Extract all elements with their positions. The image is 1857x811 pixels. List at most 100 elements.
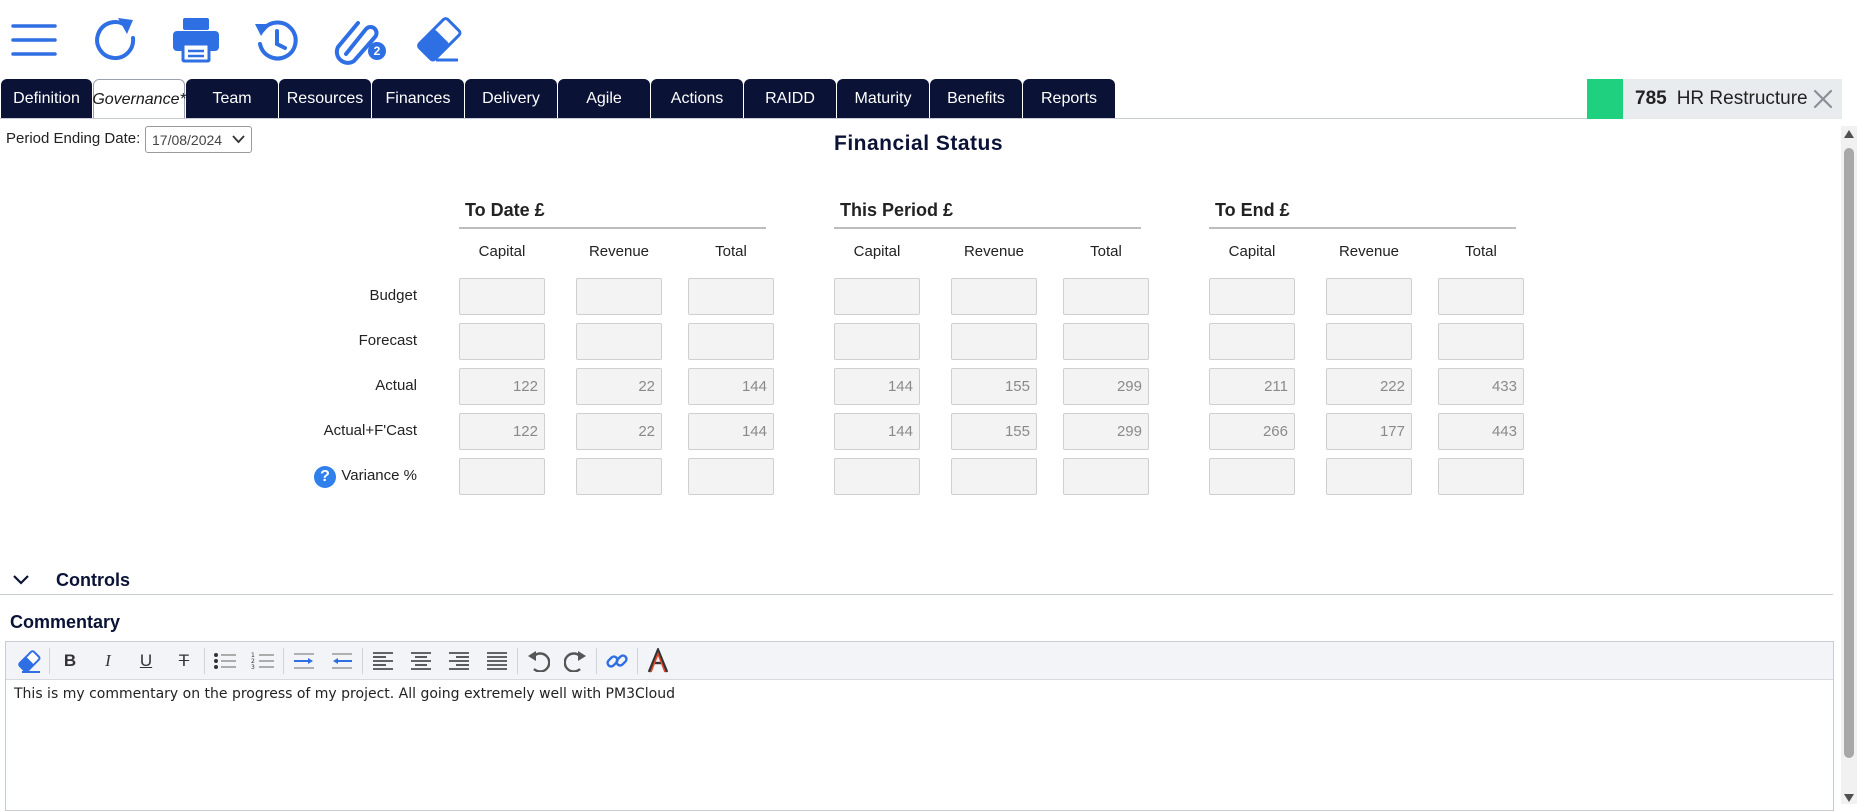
value-field[interactable] xyxy=(1326,458,1412,495)
value-field[interactable] xyxy=(951,278,1037,315)
value-field[interactable] xyxy=(459,278,545,315)
value-field[interactable]: 443 xyxy=(1438,413,1524,450)
value-field[interactable] xyxy=(459,323,545,360)
value-field[interactable] xyxy=(1209,278,1295,315)
tab-bar: Definition Governance* Team Resources Fi… xyxy=(1,79,1116,119)
numbered-list-icon[interactable]: 123 xyxy=(244,643,282,679)
tab-maturity[interactable]: Maturity xyxy=(837,79,929,119)
help-icon[interactable]: ? xyxy=(314,466,336,488)
bold-icon[interactable]: B xyxy=(51,643,89,679)
scroll-down-arrow[interactable] xyxy=(1844,794,1854,802)
value-field[interactable] xyxy=(1063,458,1149,495)
indent-icon[interactable] xyxy=(285,643,323,679)
bullet-list-icon[interactable] xyxy=(206,643,244,679)
group-title: This Period £ xyxy=(840,200,954,220)
value-field[interactable]: 177 xyxy=(1326,413,1412,450)
value-field[interactable] xyxy=(834,323,920,360)
value-field[interactable]: 266 xyxy=(1209,413,1295,450)
value-field[interactable] xyxy=(834,458,920,495)
value-field[interactable]: 144 xyxy=(688,413,774,450)
tab-team[interactable]: Team xyxy=(186,79,278,119)
eraser-icon[interactable] xyxy=(414,14,466,66)
outdent-icon[interactable] xyxy=(323,643,361,679)
history-icon[interactable] xyxy=(251,14,303,66)
value-field[interactable] xyxy=(951,458,1037,495)
scroll-thumb[interactable] xyxy=(1844,148,1854,758)
value-field[interactable] xyxy=(1209,458,1295,495)
menu-icon[interactable] xyxy=(8,14,60,66)
value-field[interactable] xyxy=(688,323,774,360)
column-header: Capital xyxy=(478,243,526,260)
value-field[interactable] xyxy=(688,458,774,495)
tab-agile[interactable]: Agile xyxy=(558,79,650,119)
value-field[interactable]: 222 xyxy=(1326,368,1412,405)
value-field[interactable]: 433 xyxy=(1438,368,1524,405)
value-field[interactable]: 155 xyxy=(951,413,1037,450)
value-field[interactable]: 122 xyxy=(459,368,545,405)
editor-toolbar: B I U T 123 xyxy=(6,642,1833,680)
refresh-icon[interactable] xyxy=(89,14,141,66)
value-field[interactable] xyxy=(576,323,662,360)
value-field[interactable] xyxy=(576,278,662,315)
value-field[interactable]: 144 xyxy=(834,413,920,450)
value-field[interactable]: 211 xyxy=(1209,368,1295,405)
value-field[interactable] xyxy=(1326,323,1412,360)
italic-icon[interactable]: I xyxy=(89,643,127,679)
underline-icon[interactable]: U xyxy=(127,643,165,679)
group-underline xyxy=(459,227,766,229)
tab-governance[interactable]: Governance* xyxy=(92,79,186,119)
controls-label: Controls xyxy=(56,569,130,590)
value-field[interactable] xyxy=(576,458,662,495)
tab-benefits[interactable]: Benefits xyxy=(930,79,1022,119)
link-icon[interactable] xyxy=(598,643,636,679)
print-icon[interactable] xyxy=(170,14,222,66)
value-field[interactable] xyxy=(1063,323,1149,360)
font-color-icon[interactable] xyxy=(639,643,677,679)
commentary-text[interactable]: This is my commentary on the progress of… xyxy=(6,680,1833,708)
value-field[interactable] xyxy=(459,458,545,495)
justify-icon[interactable] xyxy=(478,643,516,679)
value-field[interactable]: 299 xyxy=(1063,413,1149,450)
align-center-icon[interactable] xyxy=(402,643,440,679)
value-field[interactable]: 155 xyxy=(951,368,1037,405)
value-field[interactable]: 122 xyxy=(459,413,545,450)
value-field[interactable] xyxy=(1438,278,1524,315)
value-field[interactable] xyxy=(1438,458,1524,495)
tab-raidd[interactable]: RAIDD xyxy=(744,79,836,119)
attachment-count-badge: 2 xyxy=(368,42,386,60)
tab-delivery[interactable]: Delivery xyxy=(465,79,557,119)
value-field[interactable] xyxy=(834,278,920,315)
close-icon[interactable] xyxy=(1812,88,1834,110)
controls-divider xyxy=(0,594,1833,595)
value-field[interactable] xyxy=(1438,323,1524,360)
value-field[interactable] xyxy=(1063,278,1149,315)
value-field[interactable] xyxy=(1209,323,1295,360)
scroll-up-arrow[interactable] xyxy=(1844,130,1854,138)
value-field[interactable]: 144 xyxy=(834,368,920,405)
controls-section-toggle[interactable]: Controls xyxy=(12,566,1832,594)
value-field[interactable] xyxy=(1326,278,1412,315)
align-right-icon[interactable] xyxy=(440,643,478,679)
value-field[interactable]: 22 xyxy=(576,368,662,405)
column-header: Capital xyxy=(853,243,901,260)
undo-icon[interactable] xyxy=(519,643,557,679)
value-field[interactable] xyxy=(688,278,774,315)
value-field[interactable]: 144 xyxy=(688,368,774,405)
align-left-icon[interactable] xyxy=(364,643,402,679)
attachment-icon[interactable]: 2 xyxy=(332,14,386,66)
tab-definition[interactable]: Definition xyxy=(1,79,92,119)
value-field[interactable]: 22 xyxy=(576,413,662,450)
group-title: To End £ xyxy=(1215,200,1290,220)
clear-format-icon[interactable] xyxy=(10,643,48,679)
value-field[interactable]: 299 xyxy=(1063,368,1149,405)
toolbar-separator xyxy=(517,647,518,674)
value-field[interactable] xyxy=(951,323,1037,360)
period-ending-select[interactable]: 17/08/2024 xyxy=(145,126,252,153)
tab-actions[interactable]: Actions xyxy=(651,79,743,119)
tab-finances[interactable]: Finances xyxy=(372,79,464,119)
tab-resources[interactable]: Resources xyxy=(279,79,371,119)
vertical-scrollbar[interactable] xyxy=(1841,126,1857,804)
redo-icon[interactable] xyxy=(557,643,595,679)
tab-reports[interactable]: Reports xyxy=(1023,79,1115,119)
strikethrough-icon[interactable]: T xyxy=(165,643,203,679)
